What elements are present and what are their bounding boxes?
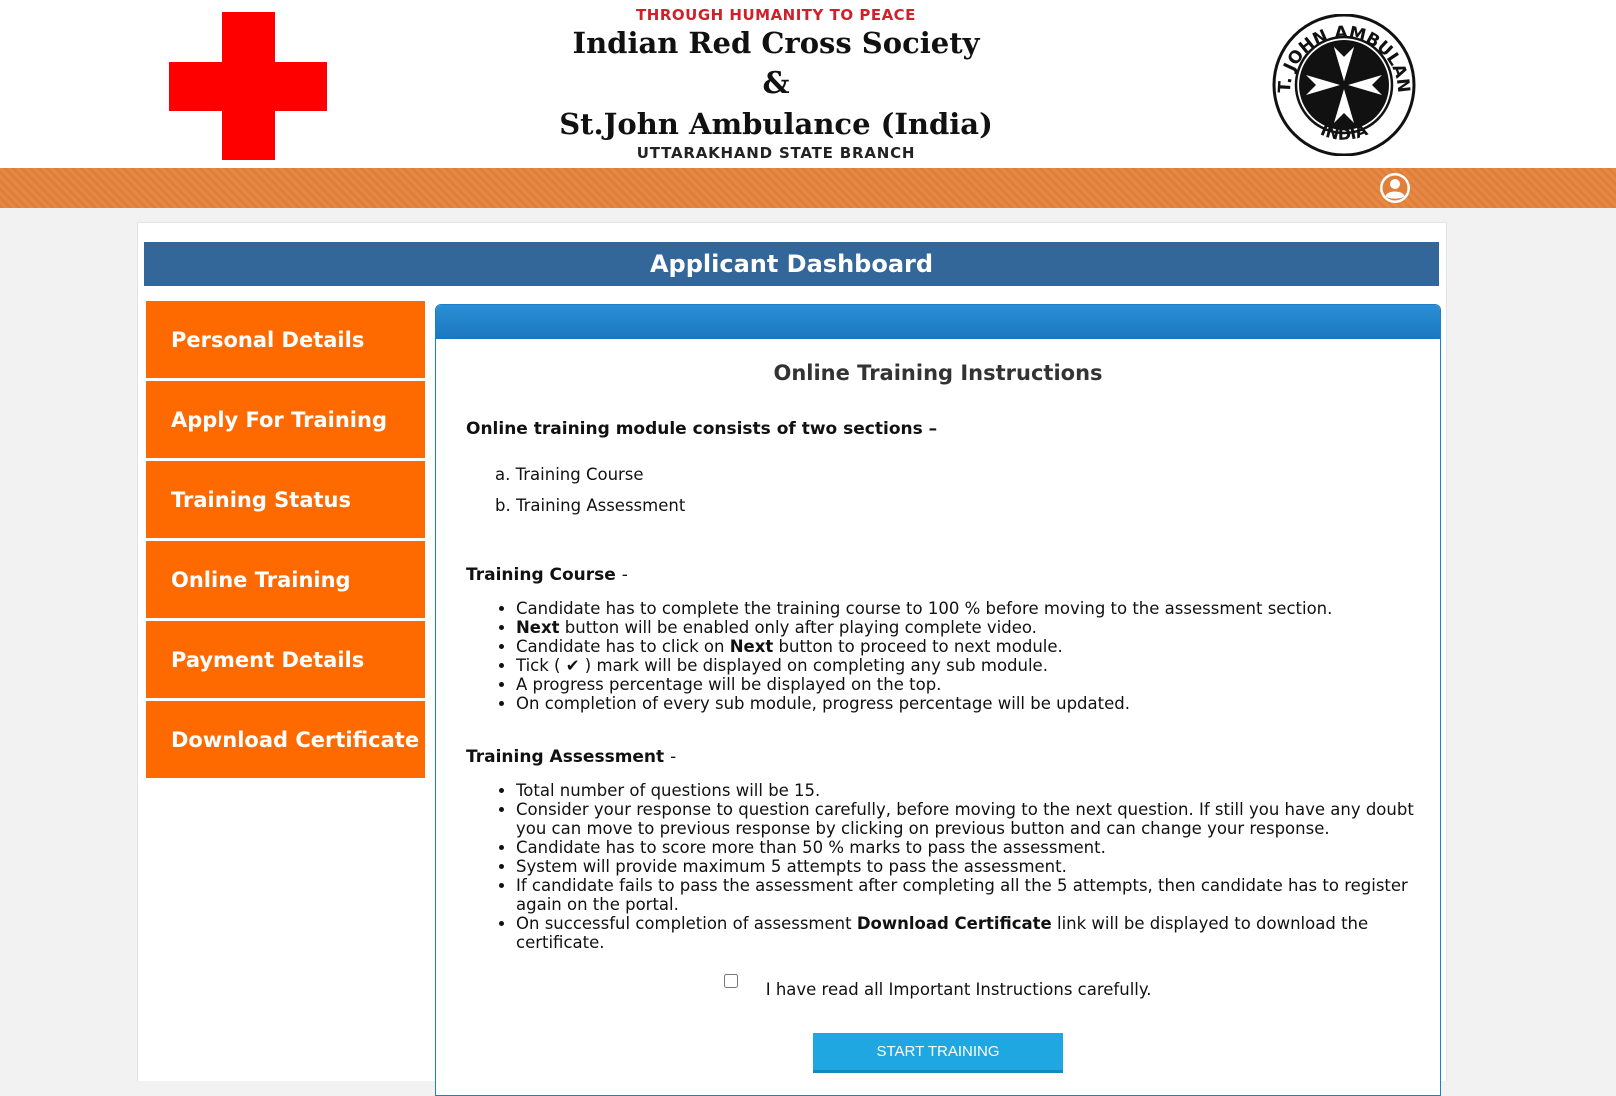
instructions-body: Online training module consists of two s… — [466, 419, 1416, 986]
course-heading: Training Course - — [466, 565, 1416, 585]
list-item: Next button will be enabled only after p… — [516, 618, 1416, 637]
next-keyword: Next — [729, 637, 774, 656]
list-item-text: On successful completion of assessment — [516, 914, 857, 933]
start-training-button[interactable]: START TRAINING — [813, 1033, 1063, 1073]
agree-checkbox[interactable] — [724, 974, 739, 988]
st-john-ambulance-logo: ST. JOHN AMBULANS INDIA — [1268, 14, 1416, 156]
list-item: Consider your response to question caref… — [516, 800, 1416, 838]
assessment-rules-list: Total number of questions will be 15. Co… — [466, 781, 1416, 952]
list-item: Candidate has to click on Next button to… — [516, 637, 1416, 656]
header-band — [0, 168, 1616, 208]
list-item: If candidate fails to pass the assessmen… — [516, 876, 1416, 914]
sidebar-item-training-status[interactable]: Training Status — [146, 461, 425, 538]
list-item: On successful completion of assessment D… — [516, 914, 1416, 952]
list-item: Candidate has to score more than 50 % ma… — [516, 838, 1416, 857]
course-rules-list: Candidate has to complete the training c… — [466, 599, 1416, 713]
list-item: Candidate has to complete the training c… — [516, 599, 1416, 618]
agree-row: I have read all Important Instructions c… — [436, 974, 1440, 999]
sidebar-item-download-certificate[interactable]: Download Certificate — [146, 701, 425, 778]
agree-label: I have read all Important Instructions c… — [765, 980, 1152, 999]
sidebar-item-online-training[interactable]: Online Training — [146, 541, 425, 618]
instructions-lead: Online training module consists of two s… — [466, 419, 938, 439]
next-keyword: Next — [516, 618, 560, 637]
user-circle-icon[interactable] — [1379, 172, 1411, 204]
instructions-title: Online Training Instructions — [773, 361, 1103, 385]
list-item: A progress percentage will be displayed … — [516, 675, 1416, 694]
list-item-text: Candidate has to click on — [516, 637, 730, 656]
list-item: b. Training Assessment — [495, 496, 686, 515]
download-certificate-keyword: Download Certificate — [856, 914, 1052, 933]
sidebar-item-apply-for-training[interactable]: Apply For Training — [146, 381, 425, 458]
course-dash: - — [621, 565, 628, 585]
sidebar-item-payment-details[interactable]: Payment Details — [146, 621, 425, 698]
assessment-heading: Training Assessment - — [466, 747, 1416, 767]
list-item: Total number of questions will be 15. — [516, 781, 1416, 800]
list-item: System will provide maximum 5 attempts t… — [516, 857, 1416, 876]
sidebar-item-personal-details[interactable]: Personal Details — [146, 301, 425, 378]
dashboard-title: Applicant Dashboard — [144, 242, 1439, 286]
course-title: Training Course — [466, 565, 616, 585]
list-item-text: button will be enabled only after playin… — [559, 618, 1037, 637]
site-header: THROUGH HUMANITY TO PEACE Indian Red Cro… — [0, 0, 1616, 168]
list-item: On completion of every sub module, progr… — [516, 694, 1416, 713]
assessment-title: Training Assessment — [466, 747, 665, 767]
list-item-text: button to proceed to next module. — [773, 637, 1063, 656]
list-item: Tick ( ✔ ) mark will be displayed on com… — [516, 656, 1416, 675]
card-header — [436, 305, 1440, 339]
instructions-card: Online Training Instructions Online trai… — [435, 304, 1441, 1096]
sidebar-nav: Personal Details Apply For Training Trai… — [146, 301, 425, 781]
assessment-dash: - — [670, 747, 677, 767]
sections-list: a. Training Course b. Training Assessmen… — [466, 459, 1416, 521]
list-item: a. Training Course — [495, 465, 644, 484]
